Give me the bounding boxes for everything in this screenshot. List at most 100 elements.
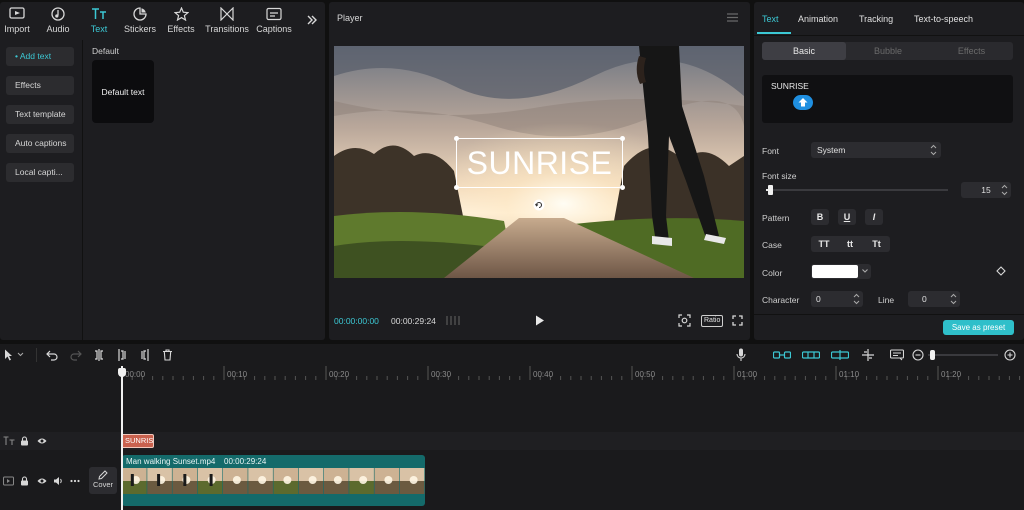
inspector-tab-text[interactable]: Text — [762, 14, 779, 24]
delete-right-icon[interactable] — [140, 349, 150, 363]
speaker-icon[interactable] — [53, 476, 64, 488]
double-chevron-right-icon[interactable] — [306, 14, 318, 26]
redo-icon[interactable] — [70, 349, 82, 363]
timeline[interactable]: 00:00 00:10 00:20 00:30 00:40 00:50 01:0… — [0, 366, 1024, 510]
tick-label: 00:00 — [125, 370, 146, 379]
case-lower-button[interactable]: tt — [837, 236, 863, 252]
lock-icon[interactable] — [20, 436, 29, 448]
focus-icon[interactable] — [678, 314, 691, 327]
audio-icon — [36, 6, 80, 22]
tab-import-label: Import — [4, 24, 30, 34]
link-main-track-icon[interactable] — [772, 350, 792, 362]
case-upper-button[interactable]: TT — [811, 236, 837, 252]
character-spacing-input[interactable]: 0 — [811, 291, 863, 307]
resize-handle[interactable] — [620, 185, 625, 190]
inspector-tab-tracking[interactable]: Tracking — [859, 14, 893, 24]
fullscreen-icon[interactable] — [732, 315, 743, 326]
tab-stickers[interactable]: Stickers — [118, 6, 162, 34]
font-size-slider-track[interactable] — [766, 185, 948, 195]
tick-label: 00:50 — [635, 370, 656, 379]
italic-button[interactable]: I — [865, 209, 883, 225]
text-overlay-box[interactable]: SUNRISE — [454, 136, 625, 190]
tick-label: 00:40 — [533, 370, 554, 379]
linkage-icon[interactable] — [830, 350, 850, 362]
tab-import[interactable]: Import — [0, 6, 39, 34]
play-icon[interactable] — [535, 315, 545, 326]
subtab-effects[interactable]: Effects — [930, 42, 1013, 60]
eye-icon[interactable] — [37, 477, 47, 487]
preview-axis-icon[interactable] — [861, 349, 875, 363]
eye-icon[interactable] — [37, 437, 47, 447]
sidebar-item-text-template[interactable]: Text template — [6, 105, 74, 124]
keyframe-diamond-icon[interactable] — [996, 266, 1006, 276]
magnet-icon[interactable] — [801, 350, 821, 362]
video-clip[interactable]: Man walking Sunset.mp4 00:00:29:24 — [122, 455, 425, 506]
trash-icon[interactable] — [162, 349, 173, 363]
text-clip[interactable]: SUNRIS — [121, 434, 154, 448]
sidebar-item-auto-captions[interactable]: Auto captions — [6, 134, 74, 153]
split-icon[interactable] — [94, 349, 104, 363]
inspector-tab-text-to-speech[interactable]: Text-to-speech — [914, 14, 973, 24]
font-select-value: System — [817, 145, 846, 155]
inspector-tab-animation[interactable]: Animation — [798, 14, 838, 24]
text-icon — [77, 6, 121, 22]
ratio-button[interactable]: Ratio — [701, 315, 724, 327]
playhead[interactable] — [118, 366, 126, 510]
select-cursor-icon[interactable] — [4, 349, 24, 363]
tab-captions[interactable]: Captions — [252, 6, 296, 34]
resize-handle[interactable] — [620, 136, 625, 141]
resize-handle[interactable] — [454, 136, 459, 141]
tick-label: 00:30 — [431, 370, 452, 379]
captions-icon — [252, 6, 296, 22]
undo-icon[interactable] — [46, 349, 58, 363]
subtab-bubble[interactable]: Bubble — [846, 42, 930, 60]
zoom-in-icon[interactable] — [1004, 349, 1016, 363]
video-preview[interactable]: SUNRISE — [334, 46, 744, 278]
text-content-field[interactable]: SUNRISE — [762, 75, 1013, 123]
microphone-icon[interactable] — [736, 348, 746, 364]
playhead-handle[interactable] — [118, 368, 126, 377]
menu-icon[interactable] — [727, 13, 738, 22]
bold-button[interactable]: B — [811, 209, 829, 225]
font-size-input[interactable]: 15 — [961, 182, 1011, 198]
zoom-slider[interactable] — [928, 350, 998, 360]
resize-handle[interactable] — [454, 185, 459, 190]
sidebar-item-add-text[interactable]: • Add text — [6, 47, 74, 66]
tab-audio[interactable]: Audio — [36, 6, 80, 34]
text-track-icon — [3, 436, 15, 448]
tick-label: 00:10 — [227, 370, 248, 379]
tabs-divider — [754, 35, 1024, 36]
sidebar-item-effects[interactable]: Effects — [6, 76, 74, 95]
caption-icon[interactable] — [889, 349, 905, 363]
font-select[interactable]: System — [811, 142, 941, 158]
tab-effects[interactable]: Effects — [159, 6, 203, 34]
tab-text[interactable]: Text — [77, 6, 121, 34]
case-title-button[interactable]: Tt — [863, 236, 890, 252]
line-label: Line — [878, 295, 895, 305]
time-ruler[interactable]: 00:00 00:10 00:20 00:30 00:40 00:50 01:0… — [122, 366, 1024, 380]
default-text-card[interactable]: Default text — [92, 60, 154, 123]
tab-transitions[interactable]: Transitions — [203, 6, 251, 34]
sidebar-item-local-captions[interactable]: Local capti... — [6, 163, 74, 182]
timeline-grid-icon[interactable] — [446, 315, 460, 326]
zoom-slider-knob[interactable] — [930, 350, 935, 360]
underline-button[interactable]: U — [838, 209, 856, 225]
tick-label: 01:00 — [737, 370, 758, 379]
zoom-out-icon[interactable] — [912, 349, 924, 363]
line-spacing-input[interactable]: 0 — [908, 291, 960, 307]
video-track-icon — [3, 476, 14, 488]
font-size-slider-knob[interactable] — [767, 185, 773, 195]
delete-left-icon[interactable] — [117, 349, 127, 363]
rotate-icon[interactable] — [533, 199, 545, 211]
cover-label: Cover — [92, 480, 113, 489]
cover-button[interactable]: Cover — [89, 467, 117, 494]
color-picker[interactable] — [811, 264, 871, 279]
stepper-arrows-icon — [853, 291, 860, 307]
save-as-preset-button[interactable]: Save as preset — [943, 320, 1014, 335]
filmstrip-frame — [349, 468, 374, 494]
upload-icon[interactable] — [793, 95, 813, 110]
tab-captions-label: Captions — [256, 24, 292, 34]
more-options-icon[interactable] — [70, 476, 80, 488]
lock-icon[interactable] — [20, 476, 29, 488]
subtab-basic[interactable]: Basic — [762, 42, 846, 60]
